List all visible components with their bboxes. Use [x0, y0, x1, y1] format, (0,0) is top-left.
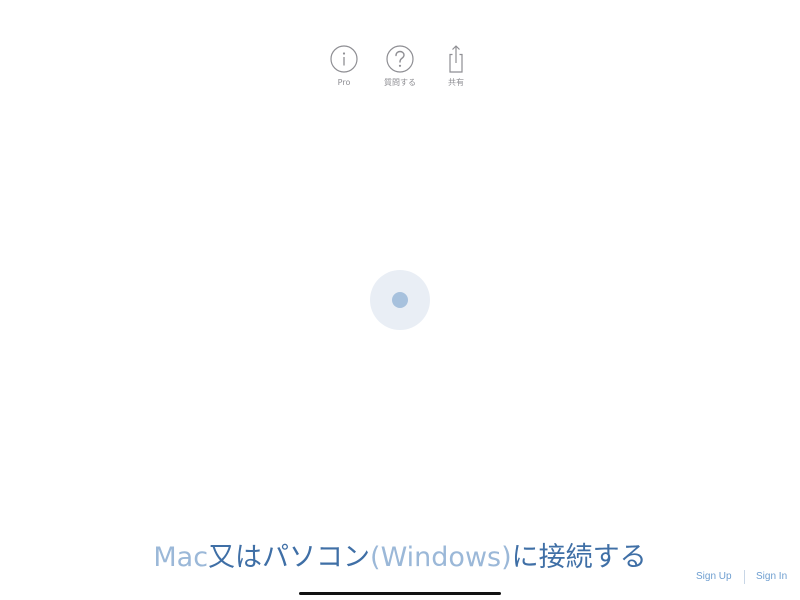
headline-mac: Mac — [153, 542, 209, 573]
connect-headline: Mac又はパソコン(Windows)に接続する — [100, 538, 700, 578]
question-icon — [385, 44, 415, 74]
sign-up-link[interactable]: Sign Up — [696, 569, 732, 585]
pro-button[interactable]: Pro — [316, 44, 372, 94]
ask-question-label: 質問する — [384, 78, 416, 87]
loading-indicator — [370, 270, 430, 330]
auth-divider — [744, 570, 745, 584]
share-label: 共有 — [448, 78, 464, 87]
sign-in-link[interactable]: Sign In — [756, 569, 787, 585]
top-toolbar: Pro 質問する 共有 — [316, 44, 484, 94]
headline-windows: (Windows) — [370, 542, 512, 573]
headline-or-pc: 又はパソコン — [208, 542, 371, 573]
share-icon — [441, 44, 471, 74]
info-icon — [329, 44, 359, 74]
share-button[interactable]: 共有 — [428, 44, 484, 94]
pro-label: Pro — [337, 78, 351, 87]
headline-connect: に接続する — [511, 542, 647, 573]
home-indicator[interactable] — [299, 592, 501, 595]
auth-links: Sign Up Sign In — [690, 569, 794, 585]
loading-dot — [392, 292, 408, 308]
ask-question-button[interactable]: 質問する — [372, 44, 428, 94]
